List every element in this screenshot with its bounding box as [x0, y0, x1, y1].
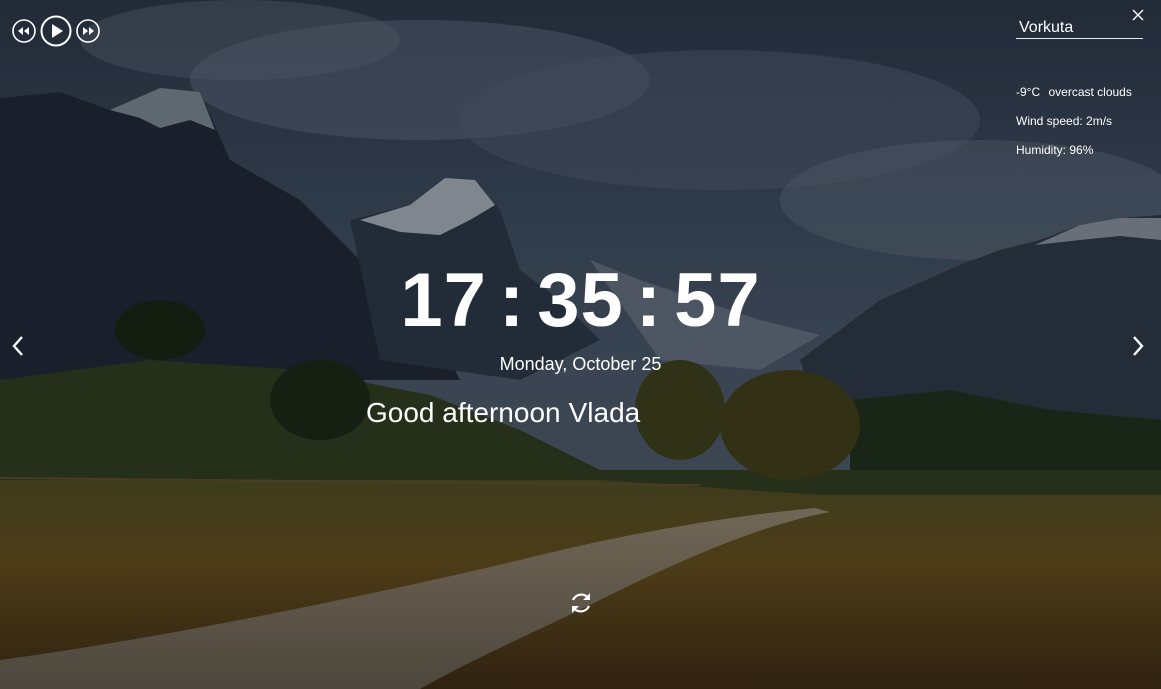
weather-summary: -9°C overcast clouds — [1016, 78, 1132, 107]
refresh-icon[interactable] — [568, 590, 594, 616]
clock-seconds: 57 — [674, 258, 761, 343]
greeting: Good afternoon Vlada — [366, 395, 640, 431]
city-input[interactable] — [1016, 17, 1143, 39]
weather-description: overcast clouds — [1048, 85, 1132, 99]
user-name-field[interactable]: Vlada — [569, 395, 641, 431]
greeting-text: Good afternoon — [366, 397, 561, 428]
clock-separator: : — [498, 258, 526, 343]
rewind-icon[interactable] — [12, 19, 36, 43]
clock-minutes: 35 — [537, 258, 624, 343]
date-display: Monday, October 25 — [499, 354, 662, 374]
clock-hours: 17 — [400, 258, 487, 343]
wind-speed: Wind speed: 2m/s — [1016, 114, 1113, 128]
audio-player — [12, 15, 100, 47]
weather-panel: -9°C overcast clouds Wind speed: 2m/s Hu… — [1016, 78, 1132, 165]
clock: 17:35:57 — [0, 259, 1161, 343]
fast-forward-icon[interactable] — [76, 19, 100, 43]
close-icon[interactable] — [1132, 9, 1144, 21]
clock-separator: : — [635, 258, 663, 343]
play-icon[interactable] — [40, 15, 72, 47]
background-landscape — [0, 0, 1161, 689]
temperature: -9°C — [1016, 85, 1041, 99]
humidity: Humidity: 96% — [1016, 143, 1094, 157]
